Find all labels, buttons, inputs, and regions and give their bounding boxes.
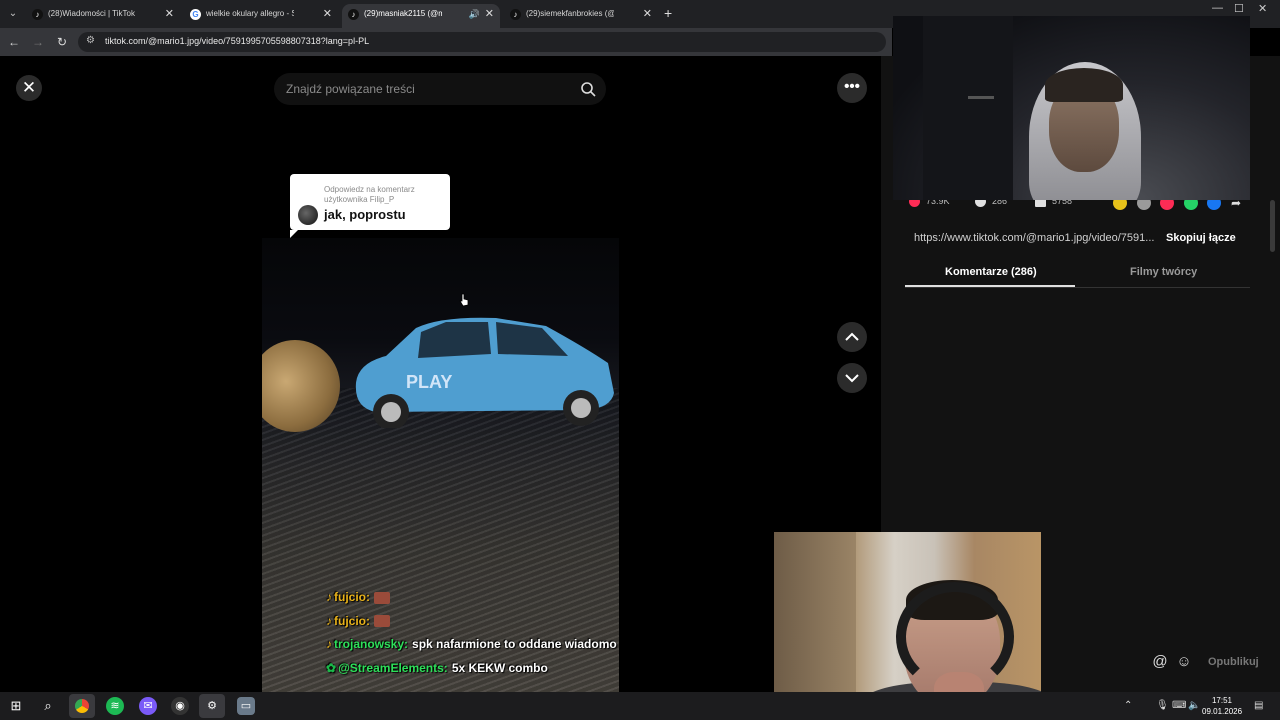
hand-cursor-icon [459,293,469,307]
obs-icon[interactable]: ◉ [171,697,189,715]
chat-message: ♪ fujcio: [326,614,656,638]
chevron-up-icon [845,332,859,341]
music-note-icon: ♪ [326,637,332,651]
tab-title: (29)masniak2115 (@masniak [364,9,442,18]
tab-close-icon[interactable]: ✕ [323,4,332,24]
browser-tab[interactable]: ♪ (29)siemekfanbrokies (@siemek ✕ [504,4,658,28]
chat-message: ✿ @StreamElements: 5x KEKW combo [326,661,656,685]
door [923,16,1013,200]
tab-comments[interactable]: Komentarze (286) [945,266,1037,278]
messenger-icon[interactable]: ✉ [139,697,157,715]
address-bar[interactable]: ⚙ tiktok.com/@mario1.jpg/video/759199570… [78,32,886,52]
tab-title: wielkie okulary allegro - Szukaj [206,9,294,18]
webcam-overlay-top [893,16,1250,200]
hair [1045,68,1123,102]
tray-expand-icon[interactable]: ⌃ [1124,700,1132,711]
tab-close-icon[interactable]: ✕ [485,4,494,24]
browser-tab[interactable]: ♪ (28)Wiadomości | TikTok ✕ [26,4,180,28]
microphone-icon[interactable]: 🎙 [1156,700,1169,711]
door-handle [968,96,994,99]
tab-close-icon[interactable]: ✕ [165,4,174,24]
avatar [298,205,318,225]
forward-icon[interactable]: → [30,34,46,50]
chat-text: 5x KEKW combo [451,660,548,675]
chat-username: trojanowsky: [334,637,409,651]
volume-icon[interactable]: 🔈 [1188,700,1200,711]
panel-scrollbar[interactable] [1270,200,1275,252]
reload-icon[interactable]: ↻ [54,34,70,50]
flower-badge-icon: ✿ [326,660,337,675]
close-video-button[interactable]: ✕ [16,75,42,101]
tab-close-icon[interactable]: ✕ [643,4,652,24]
windows-start-icon[interactable]: ⊞ [7,697,25,715]
steam-icon[interactable]: ⚙ [199,694,225,718]
share-link[interactable]: https://www.tiktok.com/@mario1.jpg/video… [914,232,1154,244]
chrome-icon[interactable] [69,694,95,718]
publish-button[interactable]: Opublikuj [1208,656,1259,668]
svg-text:PLAY: PLAY [406,372,452,392]
search-input[interactable] [286,73,566,105]
car-image: PLAY [355,317,614,428]
reply-text: jak, poprostu [324,207,406,222]
chat-username: @StreamElements: [338,660,448,675]
music-note-icon: ♪ [326,613,332,628]
date: 09.01.2026 [1202,707,1243,716]
site-info-icon[interactable]: ⚙ [86,35,95,46]
emote-icon [374,615,390,628]
chevron-down-icon [845,374,859,383]
tab-title: (28)Wiadomości | TikTok [48,9,135,18]
emoji-icon[interactable]: ☺ [1176,654,1192,670]
google-icon: G [190,9,201,20]
tiktok-icon: ♪ [510,9,521,20]
tab-creator-videos[interactable]: Filmy twórcy [1130,266,1197,278]
maximize-icon[interactable]: ☐ [1234,2,1244,15]
speaker-icon[interactable]: 🔊 [469,4,480,24]
chat-message: ♪ fujcio: [326,590,656,614]
taskbar: ⊞ ⌕ ≋ ✉ ◉ ⚙ ▭ ⌃ 🎙 ⌨ 🔈 17:51 09.01.2026 ▤ [0,692,1280,720]
tiktok-icon: ♪ [32,9,43,20]
panel-tabs: Komentarze (286) Filmy twórcy [905,263,1250,287]
music-note-icon: ♪ [326,590,332,604]
clock[interactable]: 17:51 09.01.2026 [1202,695,1242,717]
search-icon[interactable]: ⌕ [39,697,57,715]
network-icon[interactable]: ⌨ [1172,700,1186,711]
tab-search-icon[interactable]: ⌄ [4,5,22,23]
more-options-button[interactable]: ••• [837,73,867,103]
chat-username: fujcio: [334,613,370,628]
window-close-icon[interactable]: ✕ [1258,2,1267,15]
mention-icon[interactable]: @ [1152,654,1168,670]
divider [905,287,1250,288]
next-video-button[interactable] [837,363,867,393]
time: 17:51 [1211,696,1233,705]
chat-text: spk nafarmione to oddane wiadomo [412,637,617,651]
tab-title: (29)siemekfanbrokies (@siemek [526,9,614,18]
reply-sticker: Odpowiedz na komentarz użytkownika Filip… [290,174,450,238]
bubble-tail [290,230,298,238]
browser-tab-active[interactable]: ♪ (29)masniak2115 (@masniak 🔊 ✕ [342,4,500,28]
app-window-icon[interactable]: ▭ [237,697,255,715]
browser-tab[interactable]: G wielkie okulary allegro - Szukaj ✕ [184,4,338,28]
tiktok-icon: ♪ [348,9,359,20]
toolbar: ← → ↻ ⚙ tiktok.com/@mario1.jpg/video/759… [0,28,892,56]
stream-chat-overlay: ♪ fujcio: ♪ fujcio: ♪ trojanowsky: spk nafar… [326,590,656,684]
copy-link-button[interactable]: Skopiuj łącze [1166,232,1236,244]
emote-icon [374,591,390,604]
back-icon[interactable]: ← [6,34,22,50]
reply-label: Odpowiedz na komentarz użytkownika Filip… [324,185,415,204]
minimize-icon[interactable]: — [1212,2,1223,14]
url-text: tiktok.com/@mario1.jpg/video/75919957055… [105,36,370,46]
chat-username: fujcio: [334,590,370,604]
previous-video-button[interactable] [837,322,867,352]
spotify-icon[interactable]: ≋ [106,697,124,715]
chat-message: ♪ trojanowsky: spk nafarmione to oddane wi… [326,637,656,661]
related-search [274,73,606,105]
search-icon[interactable] [580,81,596,97]
new-tab-button[interactable]: + [664,4,672,22]
notifications-icon[interactable]: ▤ [1254,700,1263,711]
